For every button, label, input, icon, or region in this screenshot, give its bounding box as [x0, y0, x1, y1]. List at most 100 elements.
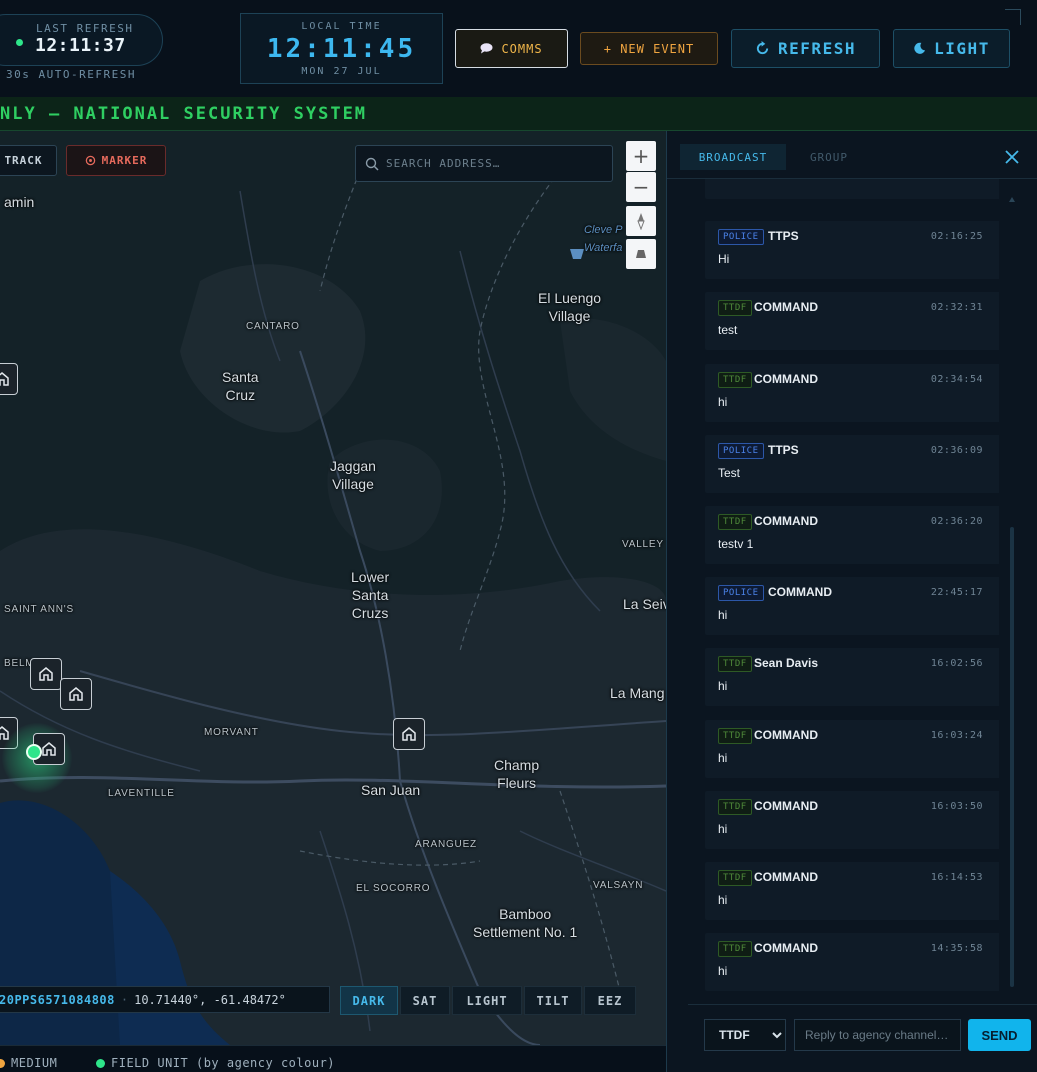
map-view[interactable]: amin CANTARO Santa Cruz Jaggan Village E… — [0, 131, 666, 1045]
send-button[interactable]: SEND — [968, 1019, 1031, 1051]
search-icon — [365, 157, 379, 171]
message-sender: TTPS — [768, 443, 799, 457]
message-list[interactable]: POLICE TTPS 02:16:25 Hi TTDF COMMAND 02:32:31 t… — [688, 179, 999, 1002]
message-time: 02:36:20 — [930, 516, 983, 527]
message-text: hi — [718, 608, 728, 622]
message-text: hi — [718, 822, 728, 836]
message-card: TTDF COMMAND 02:32:31 test — [705, 292, 999, 350]
zoom-out-button[interactable]: − — [626, 172, 656, 202]
live-status-dot — [16, 39, 23, 46]
clock-time: 12:11:45 — [266, 34, 417, 64]
message-card: TTDF COMMAND 02:34:54 hi — [705, 364, 999, 422]
refresh-button[interactable]: REFRESH — [731, 29, 880, 68]
message-text: hi — [718, 751, 728, 765]
agency-select[interactable]: TTDF — [704, 1019, 786, 1051]
message-time: 16:14:53 — [930, 872, 983, 883]
map-legend: MEDIUM FIELD UNIT (by agency colour) — [0, 1045, 666, 1072]
message-sender: COMMAND — [754, 728, 818, 742]
comms-button[interactable]: COMMS — [455, 29, 568, 68]
legend-medium: MEDIUM — [0, 1056, 57, 1070]
message-card: POLICE COMMAND 22:45:17 hi — [705, 577, 999, 635]
last-refresh-indicator: LAST REFRESH 12:11:37 — [0, 14, 163, 66]
agency-badge: TTDF — [718, 300, 752, 316]
message-sender: COMMAND — [754, 300, 818, 314]
station-marker[interactable] — [30, 658, 62, 690]
message-time: 02:32:31 — [930, 302, 983, 313]
field-unit-marker[interactable] — [26, 744, 42, 760]
clock-date: MON 27 JUL — [301, 66, 382, 77]
message-card: TTDF COMMAND 16:14:53 hi — [705, 862, 999, 920]
new-event-button[interactable]: + NEW EVENT — [580, 32, 718, 65]
search-input[interactable] — [386, 146, 606, 181]
agency-badge: TTDF — [718, 514, 752, 530]
message-text: hi — [718, 893, 728, 907]
classification-banner: NLY — NATIONAL SECURITY SYSTEM — [0, 97, 1037, 131]
message-card: POLICE TTPS 02:16:25 Hi — [705, 221, 999, 279]
agency-badge: POLICE — [718, 229, 764, 245]
place-label-bamboo-settlement: Bamboo Settlement No. 1 — [473, 906, 578, 940]
style-sat-button[interactable]: SAT — [400, 986, 450, 1015]
reply-input[interactable] — [794, 1019, 961, 1051]
tab-broadcast[interactable]: BROADCAST — [680, 144, 786, 170]
refresh-button-label: REFRESH — [778, 39, 856, 58]
coordinate-readout: 20PPS6571084808 · 10.71440°, -61.48472° — [0, 986, 330, 1013]
message-time: 14:35:58 — [930, 943, 983, 954]
message-sender: COMMAND — [754, 870, 818, 884]
station-marker[interactable] — [0, 363, 18, 395]
message-card: TTDF COMMAND 02:36:20 testv 1 — [705, 506, 999, 564]
tab-group[interactable]: GROUP — [795, 144, 863, 170]
message-text: hi — [718, 679, 728, 693]
message-card: TTDF COMMAND 16:03:50 hi — [705, 791, 999, 849]
place-label-valley: VALLEY — [622, 539, 664, 550]
style-dark-button[interactable]: DARK — [340, 986, 398, 1015]
message-sender: TTPS — [768, 229, 799, 243]
agency-badge: POLICE — [718, 585, 764, 601]
station-icon — [402, 727, 416, 741]
marker-button[interactable]: MARKER — [66, 145, 166, 176]
place-label-laventille: LAVENTILLE — [108, 788, 175, 799]
comms-panel: BROADCAST GROUP POLICE TTPS 02:16:25 Hi TTDF… — [666, 131, 1037, 1072]
scroll-thumb[interactable] — [1010, 527, 1014, 987]
comms-tabs: BROADCAST GROUP — [667, 131, 1037, 179]
place-label-morvant: MORVANT — [204, 727, 259, 738]
style-tilt-button[interactable]: TILT — [524, 986, 582, 1015]
message-text: hi — [718, 964, 728, 978]
marker-button-label: MARKER — [101, 154, 148, 167]
place-label-lower-santa-cruzs: Lower Santa Cruzs — [351, 569, 390, 621]
address-search[interactable] — [355, 145, 613, 182]
message-text: test — [718, 323, 738, 337]
place-label-santa-cruz: Santa Cruz — [222, 369, 259, 403]
map-style-switcher: DARK SAT LIGHT TILT EEZ — [340, 986, 636, 1015]
message-text: Test — [718, 466, 741, 480]
message-text: Hi — [718, 252, 730, 266]
message-time: 02:36:09 — [930, 445, 983, 456]
compass-button[interactable] — [626, 206, 656, 236]
message-card: POLICE TTPS 02:36:09 Test — [705, 435, 999, 493]
close-icon[interactable] — [1004, 149, 1020, 165]
message-sender: COMMAND — [754, 941, 818, 955]
track-button[interactable]: TRACK — [0, 145, 57, 176]
message-time: 16:02:56 — [930, 658, 983, 669]
legend-medium-label: MEDIUM — [11, 1056, 58, 1070]
place-label-san-juan: San Juan — [361, 782, 421, 798]
agency-badge: TTDF — [718, 728, 752, 744]
message-card: TTDF COMMAND 16:03:24 hi — [705, 720, 999, 778]
station-icon — [39, 667, 53, 681]
chat-bubble-icon — [480, 43, 493, 54]
zoom-in-button[interactable]: + — [626, 141, 656, 171]
light-mode-button[interactable]: LIGHT — [893, 29, 1010, 68]
reply-bar: TTDF SEND — [688, 1004, 1037, 1072]
pitch-button[interactable] — [626, 239, 656, 269]
station-marker[interactable] — [60, 678, 92, 710]
scroll-up-arrow-icon — [1009, 197, 1015, 202]
legend-medium-dot — [0, 1058, 5, 1068]
station-marker[interactable] — [393, 718, 425, 750]
place-label-saint-anns: SAINT ANN'S — [4, 604, 74, 615]
message-scrollbar[interactable] — [1009, 197, 1015, 1003]
style-eez-button[interactable]: EEZ — [584, 986, 636, 1015]
message-card-partial — [705, 179, 999, 199]
style-light-button[interactable]: LIGHT — [452, 986, 522, 1015]
message-time: 16:03:24 — [930, 730, 983, 741]
place-label-aranguez: ARANGUEZ — [415, 839, 477, 850]
clock-label: LOCAL TIME — [301, 21, 382, 32]
